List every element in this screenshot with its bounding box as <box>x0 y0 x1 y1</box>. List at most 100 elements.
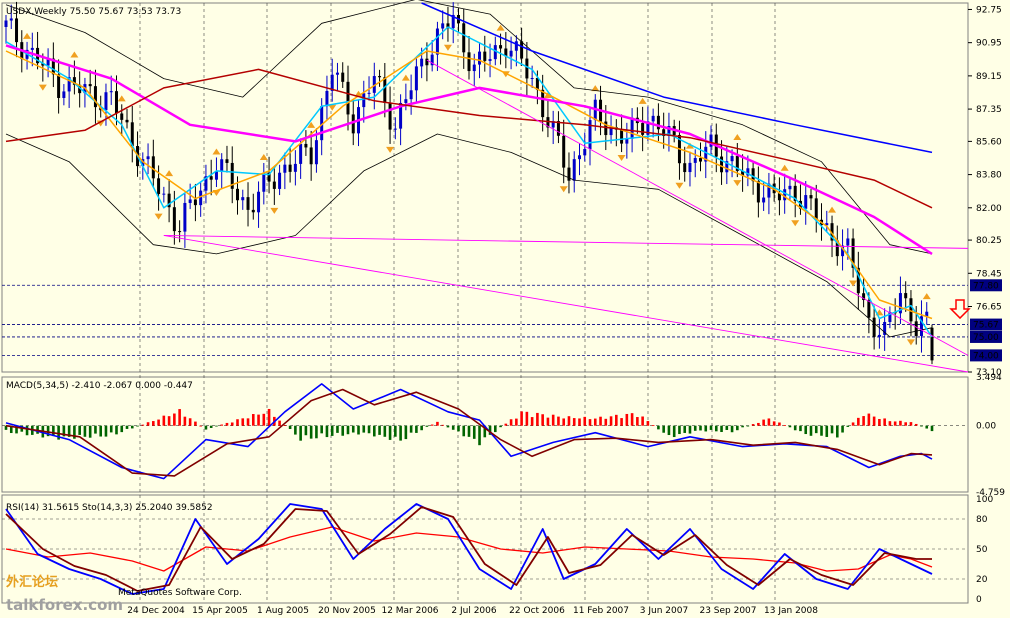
price-marker-label: 75.67 <box>973 321 999 331</box>
candle-body <box>188 199 192 203</box>
macd-histogram-bar <box>78 425 81 435</box>
candle-body <box>93 86 97 108</box>
candle-body <box>904 293 908 299</box>
candle-body <box>562 135 566 168</box>
x-tick-label: 20 Nov 2005 <box>318 606 376 616</box>
candle-body <box>520 41 524 59</box>
candle-body <box>914 321 918 336</box>
candle-body <box>577 155 581 160</box>
x-tick-label: 1 Aug 2005 <box>257 606 309 616</box>
macd-histogram-bar <box>241 418 245 426</box>
macd-tick-label: 3.494 <box>976 373 1002 383</box>
candle-body <box>151 156 155 179</box>
candle-body <box>214 171 218 180</box>
candle-body <box>325 90 329 107</box>
candle-body <box>246 197 250 210</box>
macd-histogram-bar <box>588 419 592 426</box>
candle-body <box>867 300 871 318</box>
candle-body <box>351 114 355 134</box>
macd-histogram-bar <box>909 422 913 426</box>
candle-body <box>651 115 655 122</box>
macd-histogram-bar <box>772 421 776 426</box>
price-marker-label: 74.00 <box>973 351 999 361</box>
candle-body <box>509 50 513 57</box>
macd-histogram-bar <box>478 425 481 446</box>
macd-histogram-bar <box>883 418 886 426</box>
candle-body <box>209 176 213 180</box>
macd-histogram-bar <box>372 425 376 437</box>
candle-body <box>57 74 61 98</box>
price-tick-label: 80.25 <box>976 236 1002 246</box>
macd-histogram-bar <box>778 422 781 426</box>
macd-histogram-bar <box>736 425 739 431</box>
macd-histogram-bar <box>714 425 718 432</box>
macd-histogram-bar <box>851 422 855 426</box>
macd-histogram-bar <box>336 425 339 433</box>
price-tick-label: 92.75 <box>976 5 1002 15</box>
macd-histogram-bar <box>620 418 623 426</box>
candle-body <box>367 92 371 94</box>
macd-histogram-bar <box>188 418 192 426</box>
macd-histogram-bar <box>499 425 502 428</box>
macd-histogram-bar <box>878 418 881 426</box>
macd-histogram-bar <box>572 418 576 426</box>
chart-root: 24 Dec 2004 15 Apr 2005 1 Aug 2005 20 Nov 2… <box>0 0 1010 618</box>
macd-histogram-bar <box>862 416 865 426</box>
candle-body <box>483 51 487 61</box>
x-tick-label: 23 Sep 2007 <box>699 606 756 616</box>
macd-histogram-bar <box>304 425 308 436</box>
candle-body <box>414 66 418 91</box>
candle-body <box>909 298 913 322</box>
candle-body <box>183 202 187 232</box>
macd-histogram-bar <box>688 425 692 434</box>
oscillator-tick-label: 20 <box>976 575 988 585</box>
macd-histogram-bar <box>288 425 292 430</box>
macd-histogram-bar <box>220 424 224 426</box>
candle-body <box>146 156 150 160</box>
candle-body <box>699 158 702 162</box>
macd-histogram-bar <box>567 416 571 426</box>
candle-body <box>541 89 545 118</box>
macd-histogram-bar <box>230 422 234 426</box>
watermark-cn-text: 外汇论坛 <box>5 574 58 590</box>
price-tick-label: 83.80 <box>976 171 1002 181</box>
macd-histogram-bar <box>557 416 560 426</box>
candle-body <box>241 197 245 201</box>
oscillator-tick-label: 0 <box>976 595 982 605</box>
oscillator-tick-label: 100 <box>976 495 993 505</box>
candle-body <box>193 199 197 206</box>
macd-histogram-bar <box>357 425 360 435</box>
macd-histogram-bar <box>636 417 639 426</box>
macd-histogram-bar <box>25 425 29 436</box>
candle-body <box>420 58 424 67</box>
macd-histogram-bar <box>104 425 108 437</box>
candle-body <box>4 20 8 27</box>
macd-histogram-bar <box>741 425 744 428</box>
macd-histogram-bar <box>793 425 797 431</box>
macd-histogram-bar <box>209 425 213 428</box>
x-tick-label: 11 Feb 2007 <box>573 606 629 616</box>
candle-body <box>641 123 645 135</box>
candle-body <box>567 167 571 181</box>
macd-histogram-bar <box>120 425 124 433</box>
macd-histogram-bar <box>525 411 529 426</box>
price-tick-label: 85.60 <box>976 137 1002 147</box>
macd-histogram-bar <box>657 425 660 430</box>
macd-histogram-bar <box>920 425 923 427</box>
macd-tick-label: 0.00 <box>976 422 996 432</box>
candle-body <box>809 195 813 199</box>
candle-body <box>172 207 176 232</box>
candle-body <box>814 198 818 220</box>
candle-body <box>404 99 408 103</box>
macd-histogram-bar <box>704 425 708 432</box>
macd-histogram-bar <box>278 420 281 426</box>
candle-body <box>441 23 445 29</box>
x-tick-label: 13 Jan 2008 <box>764 606 818 616</box>
macd-histogram-bar <box>183 416 187 426</box>
macd-histogram-bar <box>814 425 818 434</box>
macd-histogram-bar <box>367 425 371 434</box>
macd-histogram-bar <box>720 425 723 433</box>
candle-body <box>104 92 108 111</box>
candle-body <box>346 81 350 115</box>
candle-body <box>530 78 534 80</box>
